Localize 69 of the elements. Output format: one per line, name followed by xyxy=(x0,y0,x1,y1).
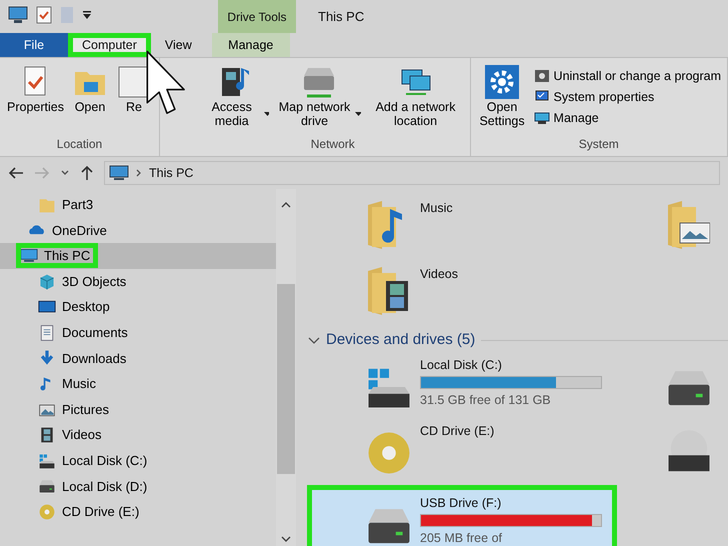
computer-icon xyxy=(109,165,129,181)
ribbon-tab[interactable]: Computer xyxy=(68,33,151,57)
hard-drive-icon xyxy=(38,452,56,470)
folder-name[interactable]: Videos xyxy=(420,265,458,284)
ribbon-tab[interactable]: Manage xyxy=(212,33,290,57)
tree-item[interactable]: Documents xyxy=(0,320,276,346)
tree-item[interactable]: Local Disk (D:) xyxy=(0,474,276,500)
tree-item[interactable]: Downloads xyxy=(0,346,276,372)
section-heading[interactable]: Devices and drives (5) xyxy=(326,329,476,352)
ribbon-button[interactable]: Access media xyxy=(200,62,272,135)
caret-icon xyxy=(264,112,269,116)
pointer-cursor-icon xyxy=(146,50,188,116)
chevron-right-icon xyxy=(135,168,143,178)
up-arrow-icon[interactable] xyxy=(80,165,94,181)
group-label: Network xyxy=(310,136,356,153)
scrollbar-thumb[interactable] xyxy=(277,284,295,474)
group-label: System xyxy=(578,136,620,153)
video-folder-icon xyxy=(366,265,410,317)
address-bar[interactable]: This PC xyxy=(104,161,720,185)
free-space-text: 205 MB free of xyxy=(420,530,503,546)
ribbon-button[interactable]: Uninstall or change a program xyxy=(532,66,723,87)
drive-name[interactable]: Local Disk (C:) xyxy=(420,356,602,374)
tree-item[interactable]: Videos xyxy=(0,422,276,448)
properties-icon[interactable] xyxy=(36,6,52,24)
dropdown-icon[interactable] xyxy=(82,10,92,20)
folder-name[interactable]: Music xyxy=(420,199,453,218)
window-title: This PC xyxy=(318,8,364,26)
scrollbar[interactable] xyxy=(276,189,296,546)
chevron-down-icon[interactable] xyxy=(60,169,70,177)
caret-icon xyxy=(355,112,361,116)
tree-item[interactable]: 3D Objects xyxy=(0,268,276,294)
ribbon-button[interactable]: System properties xyxy=(532,86,723,108)
ribbon-button[interactable]: Map network drive xyxy=(274,62,364,135)
back-arrow-icon[interactable] xyxy=(8,166,24,180)
cube-icon xyxy=(38,272,56,291)
address-path: This PC xyxy=(149,164,194,182)
drive-tile[interactable]: USB Drive (F:) 205 MB free of xyxy=(312,490,612,546)
scroll-down-icon[interactable] xyxy=(281,535,291,543)
settings-icon xyxy=(484,64,520,100)
tree-item[interactable]: Music xyxy=(0,371,276,397)
context-tab-group-label: Drive Tools xyxy=(218,0,296,33)
drive-name[interactable]: CD Drive (E:) xyxy=(420,422,494,440)
free-space-text: 31.5 GB free of 131 GB xyxy=(420,392,552,410)
tree-item[interactable]: CD Drive (E:) xyxy=(0,499,276,525)
ribbon-button[interactable]: Properties xyxy=(4,62,67,135)
drive-tile[interactable]: CD Drive (E:) xyxy=(312,418,612,484)
picture-folder-icon xyxy=(666,199,710,251)
tree-item[interactable]: Pictures xyxy=(0,396,276,422)
ribbon-tab[interactable]: File xyxy=(0,33,68,57)
group-label: Location xyxy=(56,136,104,153)
scroll-up-icon[interactable] xyxy=(281,201,291,209)
tree-item[interactable]: Desktop xyxy=(0,294,276,320)
chevron-down-icon[interactable] xyxy=(308,335,320,346)
drive-tile[interactable]: Local Disk (C:) 31.5 GB free of 131 GB xyxy=(312,352,612,418)
disc-icon xyxy=(38,502,56,521)
tree-item[interactable]: Part3 xyxy=(0,192,276,218)
download-arrow-icon xyxy=(38,349,56,368)
ribbon-button[interactable]: Add a network location xyxy=(366,62,466,135)
monitor-icon xyxy=(534,110,550,126)
ribbon-button[interactable]: Open Settings xyxy=(474,62,530,135)
tree-item[interactable]: OneDrive xyxy=(0,218,276,244)
tree-item[interactable]: This PC xyxy=(0,243,276,269)
ribbon-button[interactable]: Open xyxy=(68,62,111,135)
ribbon-tab[interactable]: View xyxy=(150,33,206,57)
drive-name[interactable]: USB Drive (F:) xyxy=(420,494,602,512)
tree-item[interactable]: Local Disk (C:) xyxy=(0,448,276,474)
computer-icon[interactable] xyxy=(8,6,28,24)
ribbon-button[interactable]: Manage xyxy=(532,108,723,128)
document-icon xyxy=(38,324,56,342)
